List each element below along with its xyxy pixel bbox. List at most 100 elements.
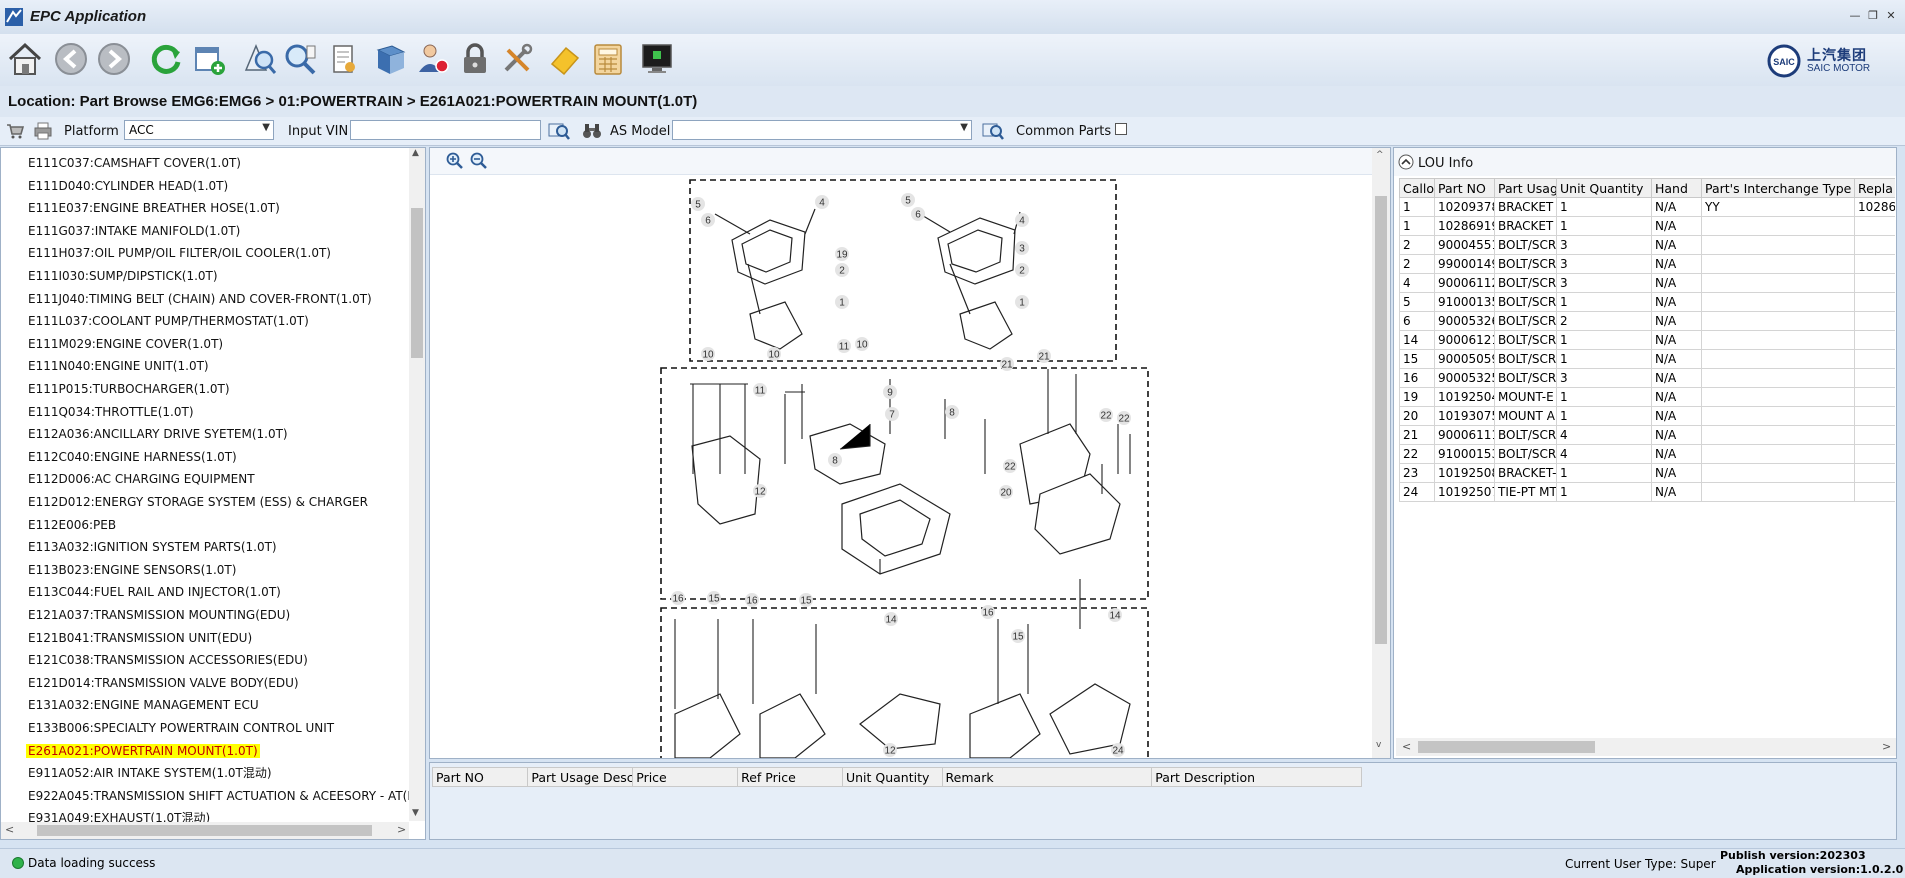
lou-row[interactable]: 22 91000153 BOLT/SCR 4 N/A (1399, 444, 1895, 464)
tree-item[interactable]: E111H037:OIL PUMP/OIL FILTER/OIL COOLER(… (28, 244, 331, 262)
lou-column-header[interactable]: Part's Interchange Type (1701, 178, 1855, 198)
tree-item[interactable]: E112D006:AC CHARGING EQUIPMENT (28, 470, 255, 488)
tree-item[interactable]: E112E006:PEB (28, 516, 116, 534)
tree-scroll-thumb[interactable] (411, 208, 423, 358)
lou-column-header[interactable]: Part NO (1434, 178, 1495, 198)
tree-item[interactable]: E261A021:POWERTRAIN MOUNT(1.0T) (26, 742, 260, 760)
lou-row[interactable]: 14 90006121 BOLT/SCR 1 N/A (1399, 330, 1895, 350)
lou-row[interactable]: 5 91000135 BOLT/SCR 1 N/A (1399, 292, 1895, 312)
common-parts-checkbox[interactable] (1115, 123, 1127, 135)
search-catalog-icon[interactable] (240, 40, 278, 78)
part-detail-column-header[interactable]: Part NO (431, 767, 529, 787)
tree-item[interactable]: E111I030:SUMP/DIPSTICK(1.0T) (28, 267, 218, 285)
cart-icon[interactable] (6, 123, 24, 139)
scroll-down-icon[interactable]: ▼ (412, 808, 419, 818)
tree-item[interactable]: E111P015:TURBOCHARGER(1.0T) (28, 380, 230, 398)
part-detail-column-header[interactable]: Part Usage Desc (527, 767, 634, 787)
back-icon[interactable] (52, 40, 90, 78)
tree-item[interactable]: E111G037:INTAKE MANIFOLD(1.0T) (28, 222, 240, 240)
magnify-icon[interactable] (281, 40, 319, 78)
collapse-icon[interactable] (1398, 154, 1414, 170)
lou-column-header[interactable]: Repla (1854, 178, 1895, 198)
lou-row[interactable]: 23 10192508 BRACKET- 1 N/A (1399, 463, 1895, 483)
monitor-icon[interactable] (638, 40, 676, 78)
lou-row[interactable]: 24 10192507 TIE-PT MT 1 N/A (1399, 482, 1895, 502)
tree-item[interactable]: E111M029:ENGINE COVER(1.0T) (28, 335, 223, 353)
tree-item[interactable]: E922A045:TRANSMISSION SHIFT ACTUATION & … (28, 787, 415, 805)
location-path[interactable]: Part Browse EMG6:EMG6 > 01:POWERTRAIN > … (80, 93, 698, 110)
print-icon[interactable] (34, 122, 52, 140)
vin-search-icon[interactable] (548, 121, 570, 141)
lou-row[interactable]: 4 90006112 BOLT/SCR 3 N/A (1399, 273, 1895, 293)
tree-item[interactable]: E111D040:CYLINDER HEAD(1.0T) (28, 177, 228, 195)
tree-item[interactable]: E111C037:CAMSHAFT COVER(1.0T) (28, 154, 241, 172)
diagram-vertical-scrollbar[interactable]: ^ v (1372, 148, 1390, 758)
lou-horizontal-scrollbar[interactable]: < > (1396, 738, 1896, 756)
zoom-out-icon[interactable] (470, 152, 488, 170)
tree-item[interactable]: E121C038:TRANSMISSION ACCESSORIES(EDU) (28, 651, 308, 669)
scroll-up-icon[interactable]: ▲ (412, 148, 419, 158)
minimize-icon[interactable]: — (1849, 10, 1861, 22)
lou-column-header[interactable]: Hand (1651, 178, 1702, 198)
zoom-in-icon[interactable] (446, 152, 464, 170)
tree-item[interactable]: E111J040:TIMING BELT (CHAIN) AND COVER-F… (28, 290, 372, 308)
exploded-diagram-viewer[interactable]: 5 6 4 19 2 1 5 6 4 3 2 1 10 10 11 10 11 9 7 8 8 12 21 21 22 22 22 2… (429, 147, 1391, 759)
tree-item[interactable]: E911A052:AIR INTAKE SYSTEM(1.0T混动) (28, 764, 272, 782)
tree-item[interactable]: E112A036:ANCILLARY DRIVE SYETEM(1.0T) (28, 425, 288, 443)
tree-item[interactable]: E111N040:ENGINE UNIT(1.0T) (28, 357, 209, 375)
tree-item[interactable]: E111E037:ENGINE BREATHER HOSE(1.0T) (28, 199, 280, 217)
tree-item[interactable]: E112C040:ENGINE HARNESS(1.0T) (28, 448, 237, 466)
tree-item[interactable]: E111Q034:THROTTLE(1.0T) (28, 403, 194, 421)
tree-horizontal-scrollbar[interactable]: < > (1, 822, 409, 839)
lou-hscroll-thumb[interactable] (1418, 741, 1595, 753)
lou-row[interactable]: 16 90005325 BOLT/SCR 3 N/A (1399, 368, 1895, 388)
model-search-icon[interactable] (982, 121, 1004, 141)
as-model-select[interactable]: ▼ (672, 120, 972, 140)
vin-input[interactable] (350, 120, 541, 140)
lou-row[interactable]: 1 10209378 BRACKET 1 N/A YY 10286 (1399, 197, 1895, 217)
scroll-down-icon[interactable]: v (1376, 740, 1381, 750)
tree-item[interactable]: E121D014:TRANSMISSION VALVE BODY(EDU) (28, 674, 299, 692)
lock-icon[interactable] (456, 40, 494, 78)
lou-row[interactable]: 2 99000149 BOLT/SCR 3 N/A (1399, 254, 1895, 274)
user-settings-icon[interactable] (414, 40, 452, 78)
binoculars-icon[interactable] (582, 122, 602, 140)
tree-item[interactable]: E121A037:TRANSMISSION MOUNTING(EDU) (28, 606, 290, 624)
lou-row[interactable]: 2 90004551 BOLT/SCR 3 N/A (1399, 235, 1895, 255)
lou-row[interactable]: 1 10286919 BRACKET 1 N/A (1399, 216, 1895, 236)
part-detail-column-header[interactable]: Ref Price (737, 767, 843, 787)
tree-item[interactable]: E112D012:ENERGY STORAGE SYSTEM (ESS) & C… (28, 493, 368, 511)
new-window-icon[interactable] (190, 40, 228, 78)
scroll-right-icon[interactable]: > (397, 823, 406, 836)
lou-row[interactable]: 19 10192504 MOUNT-E 1 N/A (1399, 387, 1895, 407)
scroll-right-icon[interactable]: > (1882, 740, 1891, 753)
lou-row[interactable]: 20 10193075 MOUNT A 1 N/A (1399, 406, 1895, 426)
forward-icon[interactable] (95, 40, 133, 78)
note-icon[interactable] (546, 40, 584, 78)
part-detail-column-header[interactable]: Price (632, 767, 739, 787)
tree-item[interactable]: E113C044:FUEL RAIL AND INJECTOR(1.0T) (28, 583, 281, 601)
scroll-left-icon[interactable]: < (1402, 740, 1411, 753)
part-detail-column-header[interactable]: Part Description (1151, 767, 1362, 787)
tree-item[interactable]: E111L037:COOLANT PUMP/THERMOSTAT(1.0T) (28, 312, 309, 330)
tree-item[interactable]: E113B023:ENGINE SENSORS(1.0T) (28, 561, 236, 579)
diagram-scroll-thumb[interactable] (1375, 196, 1387, 644)
tree-vertical-scrollbar[interactable]: ▲ ▼ (409, 148, 425, 821)
tree-item[interactable]: E133B006:SPECIALTY POWERTRAIN CONTROL UN… (28, 719, 334, 737)
lou-row[interactable]: 6 90005326 BOLT/SCR 2 N/A (1399, 311, 1895, 331)
lou-row[interactable]: 21 90006111 BOLT/SCR 4 N/A (1399, 425, 1895, 445)
parts-report-icon[interactable] (324, 40, 362, 78)
lou-row[interactable]: 15 90005059 BOLT/SCR 1 N/A (1399, 349, 1895, 369)
lou-column-header[interactable]: Unit Quantity (1556, 178, 1652, 198)
part-detail-column-header[interactable]: Unit Quantity (841, 767, 943, 787)
platform-select[interactable]: ACC ▼ (124, 120, 274, 140)
lou-column-header[interactable]: Part Usag (1494, 178, 1557, 198)
calculator-icon[interactable] (589, 40, 627, 78)
close-icon[interactable]: ✕ (1885, 10, 1897, 22)
refresh-icon[interactable] (147, 40, 185, 78)
part-detail-column-header[interactable]: Remark (941, 767, 1153, 787)
tools-icon[interactable] (498, 40, 536, 78)
book-icon[interactable] (372, 40, 410, 78)
scroll-left-icon[interactable]: < (5, 823, 14, 836)
home-icon[interactable] (6, 40, 44, 78)
